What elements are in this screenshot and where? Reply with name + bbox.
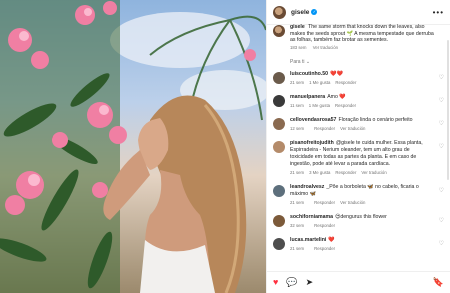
comment-likes[interactable]: 1 Me gusta bbox=[309, 80, 330, 85]
comment-time: 12 sem bbox=[290, 126, 305, 132]
comment-row: cellovendasrosa57 Floração linda o cenári… bbox=[273, 117, 444, 132]
comment-translate-link[interactable]: Ver tradución bbox=[340, 200, 365, 205]
comment-text: Amo ❤️ bbox=[327, 94, 346, 101]
comment-avatar[interactable] bbox=[273, 185, 285, 198]
comment-likes[interactable]: 3 Me gusta bbox=[309, 170, 330, 175]
comment-username[interactable]: lucas.martelini bbox=[290, 237, 326, 243]
post-username[interactable]: gisele bbox=[291, 9, 309, 16]
comment-reply-link[interactable]: Responder bbox=[314, 126, 335, 131]
comment-like-heart-icon[interactable]: ♡ bbox=[439, 240, 444, 247]
comment-username[interactable]: leandroalvesz bbox=[290, 184, 324, 190]
comment-like-heart-icon[interactable]: ♡ bbox=[439, 97, 444, 104]
comments-panel: gisele ✓ ••• gisele The same storm that … bbox=[266, 0, 450, 293]
caption: gisele The same storm that knocks down t… bbox=[273, 24, 444, 51]
comment-avatar[interactable] bbox=[273, 215, 285, 228]
comment-row: sochiforniamama 😍dengurus this flower 32 s… bbox=[273, 214, 444, 229]
post-photo[interactable] bbox=[0, 0, 266, 293]
comment-reply-link[interactable]: Responder bbox=[314, 200, 335, 205]
comment-translate-link[interactable]: Ver tradución bbox=[361, 170, 386, 175]
comment-text: ❤️ bbox=[328, 237, 335, 244]
like-heart-icon[interactable]: ♥ bbox=[273, 278, 278, 287]
comment-username[interactable]: pisanofreitojudith bbox=[290, 140, 334, 146]
comment-reply-link[interactable]: Responder bbox=[335, 103, 356, 108]
comment-reply-link[interactable]: Responder bbox=[314, 246, 335, 251]
comment-username[interactable]: luiscoutinho.50 bbox=[290, 71, 328, 77]
caption-username[interactable]: gisele bbox=[290, 24, 305, 30]
comment-username[interactable]: cellovendasrosa57 bbox=[290, 117, 336, 123]
comment-username[interactable]: manuelpanera bbox=[290, 94, 325, 100]
caption-time: 183 sem bbox=[290, 44, 307, 50]
comment-time: 32 sem bbox=[290, 223, 305, 229]
avatar[interactable] bbox=[273, 5, 286, 19]
comments-list: gisele The same storm that knocks down t… bbox=[267, 24, 450, 269]
comment-avatar[interactable] bbox=[273, 238, 285, 251]
comment-row: luiscoutinho.50 ❤️❤️ 21 sem 1 Me gusta Respo… bbox=[273, 71, 444, 86]
more-options-icon[interactable]: ••• bbox=[433, 8, 444, 17]
action-bar: ♥ 💬 ➤ 🔖 bbox=[267, 271, 450, 293]
comment-icon[interactable]: 💬 bbox=[286, 278, 297, 287]
comment-avatar[interactable] bbox=[273, 118, 285, 131]
comment-like-heart-icon[interactable]: ♡ bbox=[439, 187, 444, 194]
for-you-toggle[interactable]: Para ti ⌄ bbox=[290, 59, 444, 65]
share-icon[interactable]: ➤ bbox=[306, 278, 314, 287]
comment-avatar[interactable] bbox=[273, 72, 285, 85]
comment-text: ❤️❤️ bbox=[330, 71, 343, 78]
comment-time: 21 sem bbox=[290, 170, 305, 176]
comment-text: 😍dengurus this flower bbox=[334, 214, 387, 221]
comment-row: pisanofreitojudith @gisele te cuida mulhe… bbox=[273, 140, 444, 176]
comment-time: 21 sem bbox=[290, 80, 305, 86]
comment-reply-link[interactable]: Responder bbox=[335, 170, 356, 175]
comment-row: leandroalvesz _Põe a borboleta 🦋 no cabel… bbox=[273, 184, 444, 206]
comment-time: 11 sem bbox=[290, 103, 304, 109]
comment-like-heart-icon[interactable]: ♡ bbox=[439, 120, 444, 127]
scrollbar[interactable] bbox=[447, 40, 449, 180]
comment-avatar[interactable] bbox=[273, 141, 285, 154]
comment-reply-link[interactable]: Responder bbox=[335, 80, 356, 85]
photo-illustration bbox=[0, 0, 266, 293]
comment-like-heart-icon[interactable]: ♡ bbox=[439, 217, 444, 224]
bookmark-icon[interactable]: 🔖 bbox=[433, 278, 444, 287]
comment-avatar[interactable] bbox=[273, 95, 285, 108]
comment-translate-link[interactable]: Ver tradución bbox=[340, 126, 365, 131]
comment-username[interactable]: sochiforniamama bbox=[290, 214, 333, 220]
comment-row: lucas.martelini ❤️ 21 sem Responder ♡ bbox=[273, 237, 444, 252]
comment-text: Floração linda o cenário perfeito bbox=[338, 117, 413, 124]
caption-text: The same storm that knocks down the leav… bbox=[290, 24, 434, 44]
comment-time: 21 sem bbox=[290, 200, 305, 206]
caption-translate-link[interactable]: Ver tradución bbox=[313, 45, 338, 50]
caption-avatar[interactable] bbox=[273, 25, 285, 37]
comment-reply-link[interactable]: Responder bbox=[314, 223, 335, 228]
comment-likes[interactable]: 1 Me gusta bbox=[309, 103, 330, 108]
verified-badge-icon: ✓ bbox=[311, 9, 318, 15]
comment-like-heart-icon[interactable]: ♡ bbox=[439, 143, 444, 150]
comment-row: manuelpanera Amo ❤️ 11 sem 1 Me gusta Respon… bbox=[273, 94, 444, 109]
post-header: gisele ✓ ••• bbox=[267, 0, 450, 25]
comment-time: 21 sem bbox=[290, 246, 305, 252]
comment-like-heart-icon[interactable]: ♡ bbox=[439, 74, 444, 81]
